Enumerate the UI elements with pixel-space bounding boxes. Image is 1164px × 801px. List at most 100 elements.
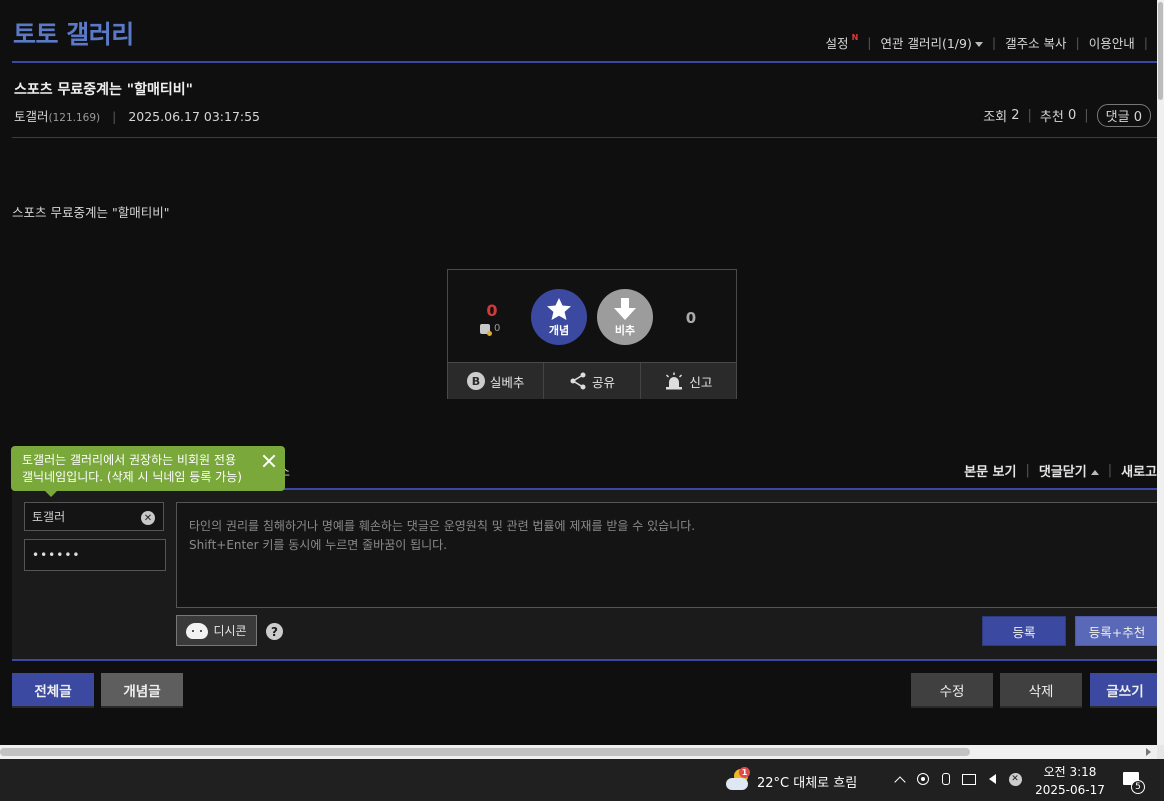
scroll-right-arrow-icon[interactable] [1146,748,1151,756]
upvote-label: 개념 [548,323,570,337]
horizontal-scroll-thumb[interactable] [0,748,970,756]
close-comments-label: 댓글닫기 [1038,465,1087,480]
real-downvote-button[interactable]: B 실베추 [448,363,545,399]
divider: | [1143,35,1148,50]
chevron-down-icon [974,42,983,47]
views-count: 2 [1011,108,1020,123]
dccon-label: 디시콘 [213,624,247,638]
views-label: 조회 [983,110,1008,125]
divider: | [991,35,997,50]
divider: | [1075,35,1080,50]
share-icon [570,372,586,390]
refresh-link[interactable]: 새로고 [1121,461,1157,480]
related-gallery-link[interactable]: 연관 갤러리(1/9) [880,33,983,52]
recommend-count: 0 [1067,108,1077,123]
guide-link[interactable]: 이용안내 [1089,33,1135,52]
header-divider [12,61,1157,63]
divider: | [1107,463,1113,478]
tooltip-line1: 토갤러는 갤러리에서 권장하는 비회원 전용 [22,453,236,467]
dccon-button[interactable]: 디시콘 [176,615,257,646]
network-icon[interactable] [962,771,976,787]
submit-recommend-button[interactable]: 등록+추천 [1075,616,1157,646]
close-comments-link[interactable]: 댓글닫기 [1039,461,1099,480]
divider: | [1025,463,1030,478]
nickname-tooltip: 토갤러는 갤러리에서 권장하는 비회원 전용 갤닉네임입니다. (삭제 시 닉네… [11,446,285,497]
edit-button[interactable]: 수정 [911,673,993,706]
system-tray: ✕ [893,771,1022,788]
divider: | [1027,108,1032,123]
notification-badge: 5 [1131,780,1145,794]
downvote-count: 0 [685,309,697,327]
concept-posts-button[interactable]: 개념글 [101,673,183,706]
help-icon[interactable]: ? [266,623,283,640]
tooltip-line2: 갤닉네임입니다. (삭제 시 닉네임 등록 가능) [22,470,242,484]
close-icon[interactable] [262,454,276,468]
share-button[interactable]: 공유 [544,363,641,399]
fixed-count: 0 [494,323,501,334]
chevron-up-icon [1090,470,1099,475]
related-gallery-label: 연관 갤러리(1/9) [880,36,972,51]
recommend-label: 추천 [1039,110,1064,125]
settings-link[interactable]: 설정 N [826,33,859,52]
clear-icon[interactable]: ✕ [141,511,155,525]
share-label: 공유 [591,374,615,390]
view-content-link[interactable]: 본문 보기 [964,461,1016,480]
submit-button[interactable]: 등록 [982,616,1066,646]
taskbar: 1 22°C 대체로 흐림 ✕ 오전 3:18 2025-06-17 5 [0,759,1164,801]
vertical-scroll-thumb[interactable] [1158,2,1163,100]
all-posts-button[interactable]: 전체글 [12,673,94,706]
vertical-scrollbar[interactable] [1157,0,1164,745]
vote-actions: B 실베추 공유 신고 [448,362,736,399]
arrow-down-icon [614,297,636,320]
clock[interactable]: 오전 3:18 2025-06-17 [1032,763,1108,799]
upvote-button[interactable]: 개념 [531,289,587,345]
downvote-button[interactable]: 비추 [597,289,653,345]
comment-label: 댓글 [1105,110,1130,125]
name-field[interactable]: 토갤러 ✕ [24,502,164,531]
divider: | [867,35,872,50]
report-button[interactable]: 신고 [641,363,736,399]
write-button[interactable]: 글쓰기 [1090,673,1157,706]
post-stats: 조회 2 | 추천 0 | 댓글 0 [983,104,1151,127]
comment-count: 0 [1133,110,1142,125]
name-value: 토갤러 [32,510,66,524]
clock-time: 오전 3:18 [1043,765,1097,779]
error-icon[interactable]: ✕ [1008,771,1022,787]
star-icon [547,297,571,320]
horizontal-scrollbar[interactable] [0,745,1157,759]
password-field[interactable]: •••••• [24,539,166,571]
record-icon[interactable] [916,771,930,787]
post-author[interactable]: 토갤러 [14,109,49,124]
upvote-count: 0 [486,301,498,320]
post-title: 스포츠 무료중계는 "할매티비" [14,82,193,98]
weather-text[interactable]: 22°C 대체로 흐림 [757,772,857,791]
divider: | [1084,108,1089,123]
textarea-placeholder-line1: 타인의 권리를 침해하거나 명예를 훼손하는 댓글은 운영원칙 및 관련 법률에… [189,519,696,533]
gallery-title[interactable]: 토토 갤러리 [13,15,134,51]
comment-bottom-divider [12,659,1157,661]
b-badge-icon: B [466,372,485,390]
password-value: •••••• [32,548,81,562]
comment-count-button[interactable]: 댓글 0 [1096,104,1151,127]
scrollbar-corner [1157,745,1164,759]
title-divider [12,137,1157,138]
tray-expand-icon[interactable] [893,771,907,788]
microphone-icon[interactable] [939,771,953,787]
copy-address-link[interactable]: 갤주소 복사 [1005,33,1066,52]
fixed-user-count: 0 [480,323,501,336]
settings-label: 설정 [825,36,849,51]
author-ip: (121.169) [48,112,101,124]
textarea-placeholder-line2: Shift+Enter 키를 동시에 누르면 줄바꿈이 됩니다. [189,538,448,552]
weather-widget-icon[interactable]: 1 [724,767,750,791]
comment-textarea[interactable]: 타인의 권리를 침해하거나 명예를 훼손하는 댓글은 운영원칙 및 관련 법률에… [176,502,1157,608]
post-datetime: 2025.06.17 03:17:55 [128,109,261,124]
new-badge: N [851,33,859,42]
cloud-icon [726,778,748,790]
comment-links: 본문 보기 | 댓글닫기 | 새로고 [964,461,1157,480]
siren-icon [666,372,683,390]
post-meta: 토갤러(121.169) | 2025.06.17 03:17:55 [14,106,260,125]
delete-button[interactable]: 삭제 [1000,673,1082,706]
divider: | [112,109,117,124]
fixed-user-icon [480,323,492,336]
speaker-icon[interactable] [985,771,999,787]
